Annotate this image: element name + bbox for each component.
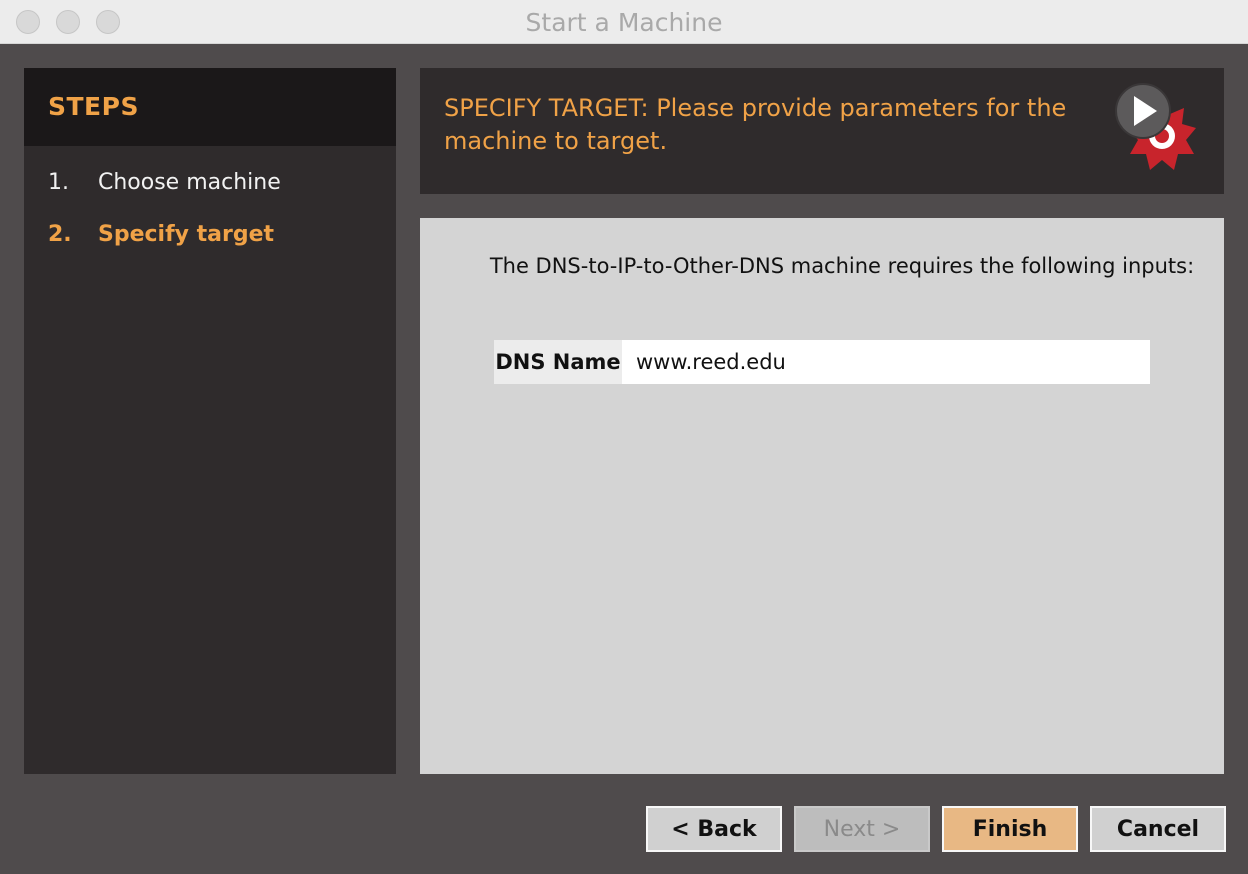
- finish-button-label: Finish: [972, 816, 1048, 842]
- steps-title: STEPS: [48, 92, 139, 121]
- header-banner: SPECIFY TARGET: Please provide parameter…: [420, 68, 1224, 194]
- start-machine-window: Start a Machine STEPS 1. Choose machine 2…: [0, 0, 1248, 874]
- cancel-button-label: Cancel: [1116, 816, 1200, 842]
- step-item-choose-machine: 1. Choose machine: [48, 170, 281, 195]
- machine-inputs-description: The DNS-to-IP-to-Other-DNS machine requi…: [489, 254, 1195, 278]
- dns-name-field-row: DNS Name: [494, 340, 1150, 384]
- play-gear-logo-icon: [1115, 83, 1196, 170]
- step-number: 1.: [48, 170, 69, 195]
- back-button[interactable]: < Back: [646, 806, 782, 852]
- step-item-specify-target: 2. Specify target: [48, 222, 274, 247]
- steps-header: STEPS: [24, 68, 396, 146]
- finish-button[interactable]: Finish: [942, 806, 1078, 852]
- banner-text: SPECIFY TARGET: Please provide parameter…: [444, 94, 1067, 155]
- step-label: Choose machine: [98, 170, 281, 195]
- step-number: 2.: [48, 222, 72, 247]
- cancel-button[interactable]: Cancel: [1090, 806, 1226, 852]
- step-label: Specify target: [98, 222, 275, 247]
- content-panel: The DNS-to-IP-to-Other-DNS machine requi…: [420, 218, 1224, 774]
- next-button-label: Next >: [823, 816, 901, 842]
- window-title: Start a Machine: [525, 8, 723, 37]
- dns-name-label: DNS Name: [494, 340, 622, 384]
- dns-name-input[interactable]: [622, 340, 1150, 384]
- next-button[interactable]: Next >: [794, 806, 930, 852]
- back-button-label: < Back: [671, 816, 757, 842]
- title-bar: Start a Machine: [0, 0, 1248, 44]
